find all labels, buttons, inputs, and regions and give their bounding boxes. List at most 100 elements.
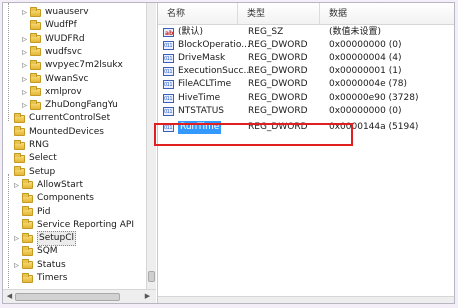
value-row[interactable]: (默认) REG_SZ (数值未设置)	[158, 26, 454, 40]
values-horizontal-scrollbar[interactable]	[158, 296, 454, 303]
tree-item-label: CurrentControlSet	[29, 113, 111, 124]
tree-item[interactable]: ▷ wvpyec7m2lsukx	[21, 59, 123, 72]
value-row[interactable]: ExecutionSucc...REG_DWORD 0x00000001 (1)	[158, 65, 454, 79]
folder-icon	[30, 19, 41, 30]
tree-item[interactable]: Pid	[13, 206, 50, 219]
folder-icon	[22, 192, 33, 203]
tree-item-label: wvpyec7m2lsukx	[45, 60, 123, 71]
value-type: REG_DWORD	[248, 79, 308, 90]
tree-item[interactable]: Components	[13, 192, 94, 205]
folder-icon	[14, 139, 25, 150]
expand-arrow-icon[interactable]: ▷	[21, 46, 28, 59]
tree-item[interactable]: Select	[5, 152, 57, 165]
tree-item[interactable]: ▷ ZhuDongFangYu	[21, 99, 118, 112]
tree-item[interactable]: MountedDevices	[5, 126, 104, 139]
column-header-data[interactable]: 数据	[320, 3, 454, 25]
value-name-cell: ExecutionSucc...	[163, 65, 253, 79]
expand-arrow-icon[interactable]: ▷	[21, 99, 28, 112]
tree-item[interactable]: ▷ wuauserv	[21, 6, 89, 19]
tree-guide-line	[8, 174, 9, 288]
folder-icon	[30, 73, 41, 83]
expand-arrow-icon[interactable]: ▷	[21, 6, 28, 19]
tree-item-label: SQM	[37, 246, 58, 257]
tree-item-label: Timers	[37, 273, 68, 283]
tree-item[interactable]: Service Reporting API	[13, 219, 134, 232]
value-name: ExecutionSucc...	[178, 66, 253, 77]
folder-icon	[30, 86, 41, 97]
value-name: HiveTime	[178, 92, 221, 103]
scroll-right-arrow-icon[interactable]: ▶	[143, 292, 152, 301]
tree-item-label: wudfsvc	[45, 46, 82, 57]
value-row[interactable]: BlockOperatio...REG_DWORD 0x00000000 (0)	[158, 39, 454, 53]
value-name-cell: (默认)	[163, 26, 204, 40]
dword-value-icon	[163, 106, 174, 119]
expand-arrow-icon[interactable]: ▷	[13, 232, 20, 245]
tree-item-label: wuauserv	[45, 7, 89, 17]
column-header-type[interactable]: 类型	[238, 3, 320, 25]
folder-icon	[14, 166, 25, 177]
folder-icon	[14, 112, 25, 123]
tree-item[interactable]: WudfPf	[21, 19, 77, 32]
value-row[interactable]: NTSTATUS REG_DWORD 0x00000000 (0)	[158, 105, 454, 119]
value-row[interactable]: FileACLTime REG_DWORD 0x0000004e (78)	[158, 78, 454, 92]
scroll-left-arrow-icon[interactable]: ◀	[5, 292, 14, 301]
tree-item[interactable]: ▷ WUDFRd	[21, 33, 85, 46]
tree-item-label: Status	[37, 259, 66, 270]
tree-item-label: Setup	[29, 166, 56, 177]
value-name: (默认)	[178, 27, 204, 37]
folder-icon	[22, 245, 33, 256]
tree-item-label: MountedDevices	[29, 126, 104, 137]
folder-icon	[30, 46, 41, 57]
tree-item[interactable]: Timers	[13, 272, 67, 285]
tree-item-label: Service Reporting API	[37, 219, 134, 230]
expand-arrow-icon[interactable]: ▷	[13, 259, 20, 272]
expand-arrow-icon[interactable]: ▷	[21, 86, 28, 99]
tree-vertical-scrollbar[interactable]	[146, 3, 156, 289]
tree-item-label: ZhuDongFangYu	[45, 100, 118, 111]
folder-icon	[22, 179, 33, 190]
dword-value-icon	[163, 66, 174, 79]
tree-horizontal-scrollbar[interactable]: ◀ ▶	[3, 289, 156, 303]
registry-key-tree[interactable]: ▷ wuauserv WudfPf ▷ WUDFRd ▷ wudfsvc ▷ wvpyec7m2…	[3, 3, 146, 289]
values-header: 名称 类型 数据	[158, 3, 454, 25]
tree-item[interactable]: RNG	[5, 139, 49, 152]
tree-item[interactable]: ▷ Status	[13, 259, 66, 272]
tree-item-label: Pid	[37, 206, 51, 217]
expand-arrow-icon[interactable]: ▷	[21, 59, 28, 72]
tree-item[interactable]: ▷ WwanSvc	[21, 73, 88, 86]
value-row[interactable]: DriveMask REG_DWORD 0x00000004 (4)	[158, 52, 454, 66]
dword-value-icon	[163, 79, 174, 92]
column-header-name[interactable]: 名称	[158, 3, 238, 25]
value-name: NTSTATUS	[178, 105, 224, 116]
tree-guide-line	[8, 3, 9, 121]
folder-icon	[22, 259, 33, 270]
value-data: 0x00000000 (0)	[329, 105, 402, 116]
expand-arrow-icon[interactable]: ▷	[21, 33, 28, 46]
value-data: 0x00000004 (4)	[329, 53, 402, 64]
value-name-cell: HiveTime	[163, 92, 221, 106]
tree-item[interactable]: ▷ SetupCl	[13, 231, 76, 247]
value-name-cell: DriveMask	[163, 52, 225, 66]
tree-hscroll-thumb[interactable]	[15, 293, 120, 301]
dword-value-icon	[163, 93, 174, 106]
value-type: REG_DWORD	[248, 92, 308, 103]
value-row[interactable]: HiveTime REG_DWORD 0x00000e90 (3728)	[158, 92, 454, 106]
expand-arrow-icon[interactable]: ▷	[21, 73, 28, 86]
tree-scroll-thumb[interactable]	[148, 271, 155, 282]
tree-item[interactable]: Setup	[5, 166, 55, 179]
expand-arrow-icon[interactable]: ▷	[13, 179, 20, 192]
tree-item[interactable]: ▷ wudfsvc	[21, 46, 82, 59]
tree-item[interactable]: ▷ AllowStart	[13, 179, 83, 192]
folder-icon	[30, 33, 41, 44]
value-name: BlockOperatio...	[178, 40, 250, 51]
tree-item[interactable]: CurrentControlSet	[5, 112, 110, 125]
runtime-highlight-box	[154, 123, 353, 146]
tree-item-label: WwanSvc	[45, 73, 89, 84]
tree-item[interactable]: SQM	[13, 245, 58, 258]
tree-item[interactable]: ▷ xmlprov	[21, 86, 82, 99]
tree-item-label: WUDFRd	[45, 33, 85, 44]
registry-values-pane[interactable]: 名称 类型 数据 (默认) REG_SZ (数值未设置) BlockOperatio.…	[157, 3, 454, 303]
value-type: REG_DWORD	[248, 40, 308, 51]
value-data: 0x0000004e (78)	[329, 79, 408, 90]
value-data: 0x00000001 (1)	[329, 66, 402, 77]
